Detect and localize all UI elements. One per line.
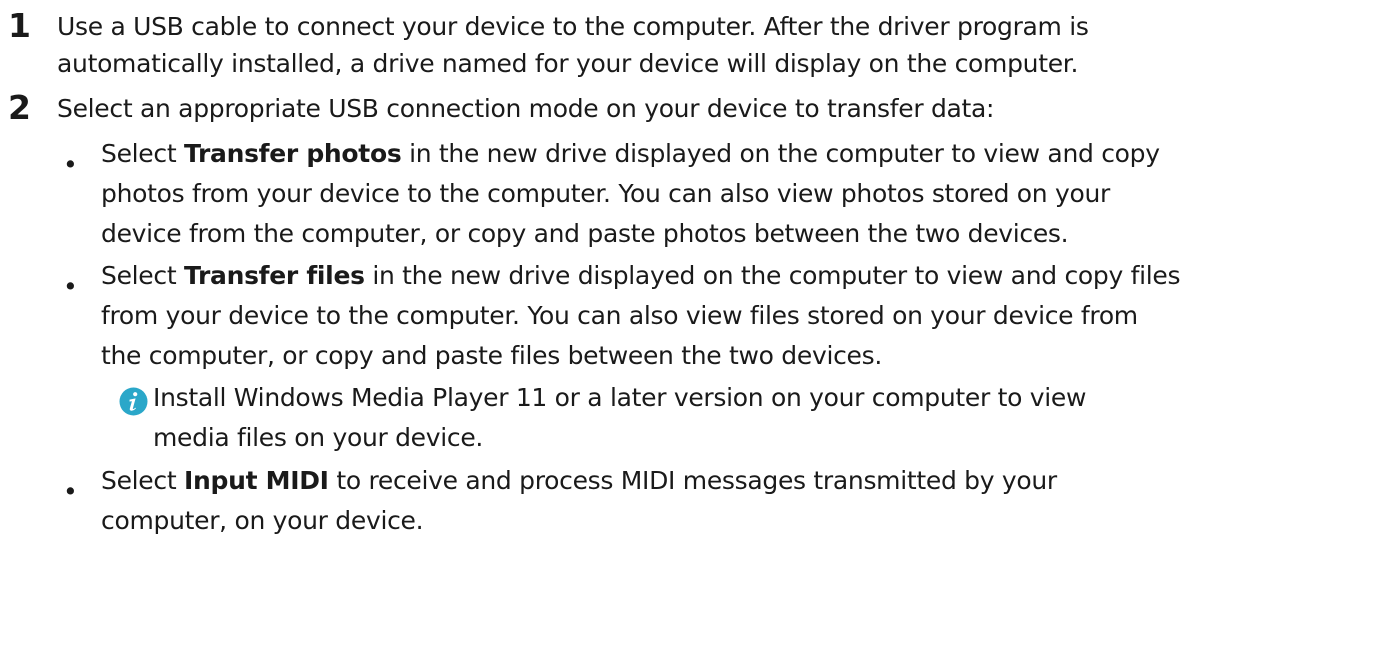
bullet-icon: • [63, 477, 78, 506]
bullet-text-line: computer, on your device. [101, 506, 424, 535]
bullet-prefix: Select [101, 261, 184, 290]
step-number: 1 [8, 6, 31, 45]
bullet-text-line: the computer, or copy and paste files be… [101, 341, 882, 370]
step-text-line: automatically installed, a drive named f… [57, 49, 1079, 78]
bullet-text-line: photos from your device to the computer.… [101, 179, 1110, 208]
bullet-prefix: Select [101, 139, 184, 168]
bullet-suffix: in the new drive displayed on the comput… [364, 261, 1181, 290]
bullet-option-name: Transfer photos [183, 139, 402, 168]
bullet-text-line: device from the computer, or copy and pa… [101, 219, 1069, 248]
bullet-text-line: from your device to the computer. You ca… [101, 301, 1138, 330]
step-number: 2 [8, 88, 31, 127]
document-page: 1 Use a USB cable to connect your device… [0, 0, 1386, 661]
info-icon [119, 387, 148, 416]
bullet-text-line: Select Input MIDI to receive and process… [101, 461, 1381, 501]
bullet-text-line: Select Transfer files in the new drive d… [101, 256, 1381, 296]
bullet-suffix: to receive and process MIDI messages tra… [328, 466, 1057, 495]
bullet-option-name: Transfer files [183, 261, 365, 290]
step-text-line: Select an appropriate USB connection mod… [57, 94, 995, 123]
bullet-prefix: Select [101, 466, 184, 495]
bullet-icon: • [63, 150, 78, 179]
bullet-icon: • [63, 272, 78, 301]
bullet-option-name: Input MIDI [183, 466, 329, 495]
step-text-line: Use a USB cable to connect your device t… [57, 12, 1089, 41]
bullet-suffix: in the new drive displayed on the comput… [401, 139, 1160, 168]
note-text-line: media files on your device. [153, 423, 484, 452]
bullet-text-line: Select Transfer photos in the new drive … [101, 134, 1381, 174]
note-text-line: Install Windows Media Player 11 or a lat… [153, 383, 1087, 412]
